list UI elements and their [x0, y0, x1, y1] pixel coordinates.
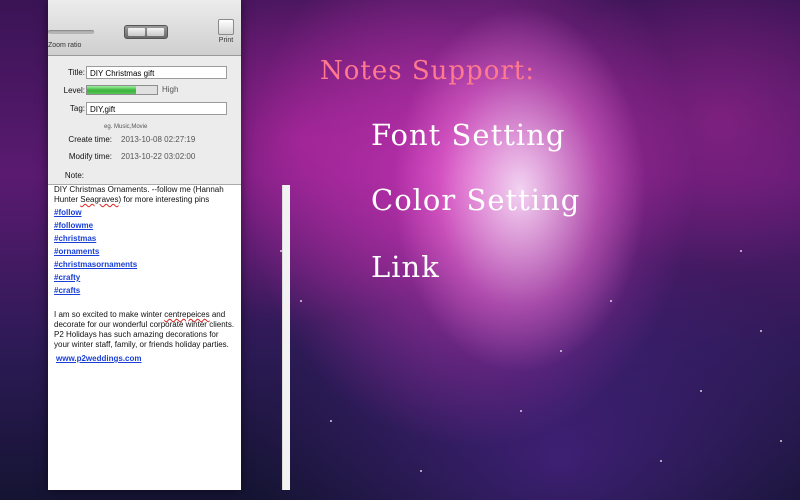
hashtag-link[interactable]: #followme [54, 221, 235, 231]
feature-font-setting: Font Setting [371, 118, 566, 152]
note-scrollbar[interactable] [282, 185, 290, 490]
print-button[interactable]: Print [214, 19, 238, 44]
hashtag-link[interactable]: #follow [54, 208, 235, 218]
zoom-ratio-label: Zoom ratio [48, 42, 82, 49]
title-label: Title: [67, 68, 85, 77]
note-info-form: Title: DIY Christmas gift Level: High Ta… [48, 56, 241, 185]
view-mode-switch[interactable] [124, 25, 168, 39]
hashtag-link[interactable]: #crafts [54, 286, 235, 296]
level-value-text: High [162, 85, 179, 94]
modify-time-label: Modify time: [68, 152, 112, 161]
tag-field[interactable]: DIY,gift [86, 102, 227, 115]
zoom-slider[interactable] [48, 30, 94, 34]
note-label: Note: [64, 171, 84, 180]
modify-time-value: 2013-10-22 03:02:00 [121, 152, 196, 161]
hashtag-list: #follow #followme #christmas #ornaments #chr… [54, 208, 235, 296]
misspelled-word: Seagraves [80, 195, 119, 204]
level-indicator[interactable] [86, 85, 158, 95]
title-field[interactable]: DIY Christmas gift [86, 66, 227, 79]
website-link[interactable]: www.p2weddings.com [54, 354, 235, 364]
hashtag-link[interactable]: #crafty [54, 273, 235, 283]
tag-hint: eg. Music,Movie [104, 124, 148, 130]
create-time-value: 2013-10-08 02:27:19 [121, 135, 196, 144]
feature-color-setting: Color Setting [371, 183, 581, 217]
hashtag-link[interactable]: #christmasornaments [54, 260, 235, 270]
level-label: Level: [63, 86, 85, 95]
feature-link: Link [371, 250, 440, 284]
note-editor-panel: Zoom ratio Print Title: DIY Christmas gi… [48, 0, 290, 490]
tag-label: Tag: [69, 104, 85, 113]
print-label: Print [218, 37, 234, 44]
create-time-label: Create time: [68, 135, 112, 144]
note-paragraph-2: I am so excited to make winter centrepei… [54, 310, 235, 349]
toolbar: Zoom ratio Print [48, 0, 241, 56]
note-text-area[interactable]: DIY Christmas Ornaments. --follow me (Ha… [48, 185, 241, 490]
level-indicator-fill [87, 86, 136, 94]
hashtag-link[interactable]: #ornaments [54, 247, 235, 257]
note-paragraph-1: DIY Christmas Ornaments. --follow me (Ha… [54, 185, 224, 204]
misspelled-word: centrepeices [164, 310, 210, 319]
hashtag-link[interactable]: #christmas [54, 234, 235, 244]
printer-icon [218, 19, 234, 35]
feature-title: Notes Support: [320, 56, 535, 86]
